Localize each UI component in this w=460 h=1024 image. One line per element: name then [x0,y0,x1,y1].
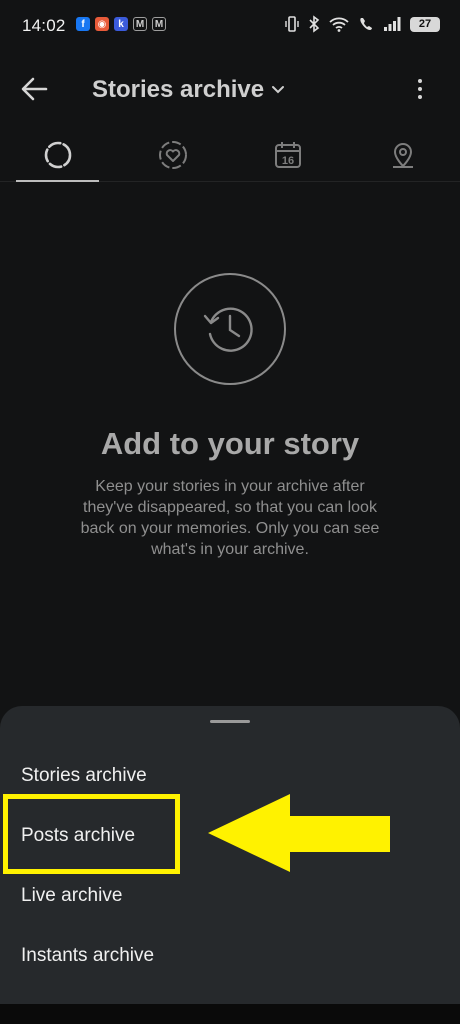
battery-indicator: 27 [410,16,440,32]
chevron-down-icon [272,86,285,94]
more-options-button[interactable] [410,74,430,104]
dashed-circle-icon [44,141,71,168]
system-nav-bar [0,1004,460,1024]
sheet-drag-handle[interactable] [210,720,250,723]
facebook-icon: f [76,17,90,31]
system-icons: 27 [285,15,440,33]
wifi-icon [329,17,349,32]
empty-state: Add to your story Keep your stories in y… [0,272,460,560]
empty-state-description: Keep your stories in your archive after … [80,478,380,558]
app-header: Stories archive [0,58,460,120]
gmail-icon: M [133,17,147,31]
tab-map[interactable] [345,128,460,181]
wifi-calling-icon [360,18,372,30]
status-time: 14:02 [22,16,66,35]
highlight-box [3,794,180,874]
tab-memories[interactable] [115,128,230,181]
bluetooth-icon [309,15,320,33]
notification-icons: f ◉ k M M [76,17,166,31]
gmail-icon: M [152,17,166,31]
pointer-arrow-icon [208,794,390,872]
menu-item-instants-archive[interactable]: Instants archive [0,926,460,986]
status-bar: 14:02 f ◉ k M M 27 [0,0,460,52]
calendar-day-label: 16 [281,155,293,167]
tab-calendar[interactable]: 16 [230,128,345,181]
vibrate-icon [285,16,299,32]
archive-type-dropdown[interactable]: Stories archive [92,76,286,104]
k-app-icon: k [114,17,128,31]
camera-app-icon: ◉ [95,17,109,31]
screen: 14:02 f ◉ k M M 27 Stories archive 16 Ad… [0,0,460,1024]
arrow-left-icon [21,77,48,101]
tab-stories[interactable] [0,128,115,182]
heart-circle-icon [158,140,187,169]
back-button[interactable] [16,72,56,106]
archive-clock-icon [173,272,287,386]
archive-tabs: 16 [0,128,460,182]
calendar-icon: 16 [274,141,301,168]
location-pin-icon [392,142,413,168]
page-title: Stories archive [92,76,265,103]
empty-state-title: Add to your story [100,426,360,461]
signal-icon [384,17,401,31]
more-vertical-icon [418,79,422,99]
